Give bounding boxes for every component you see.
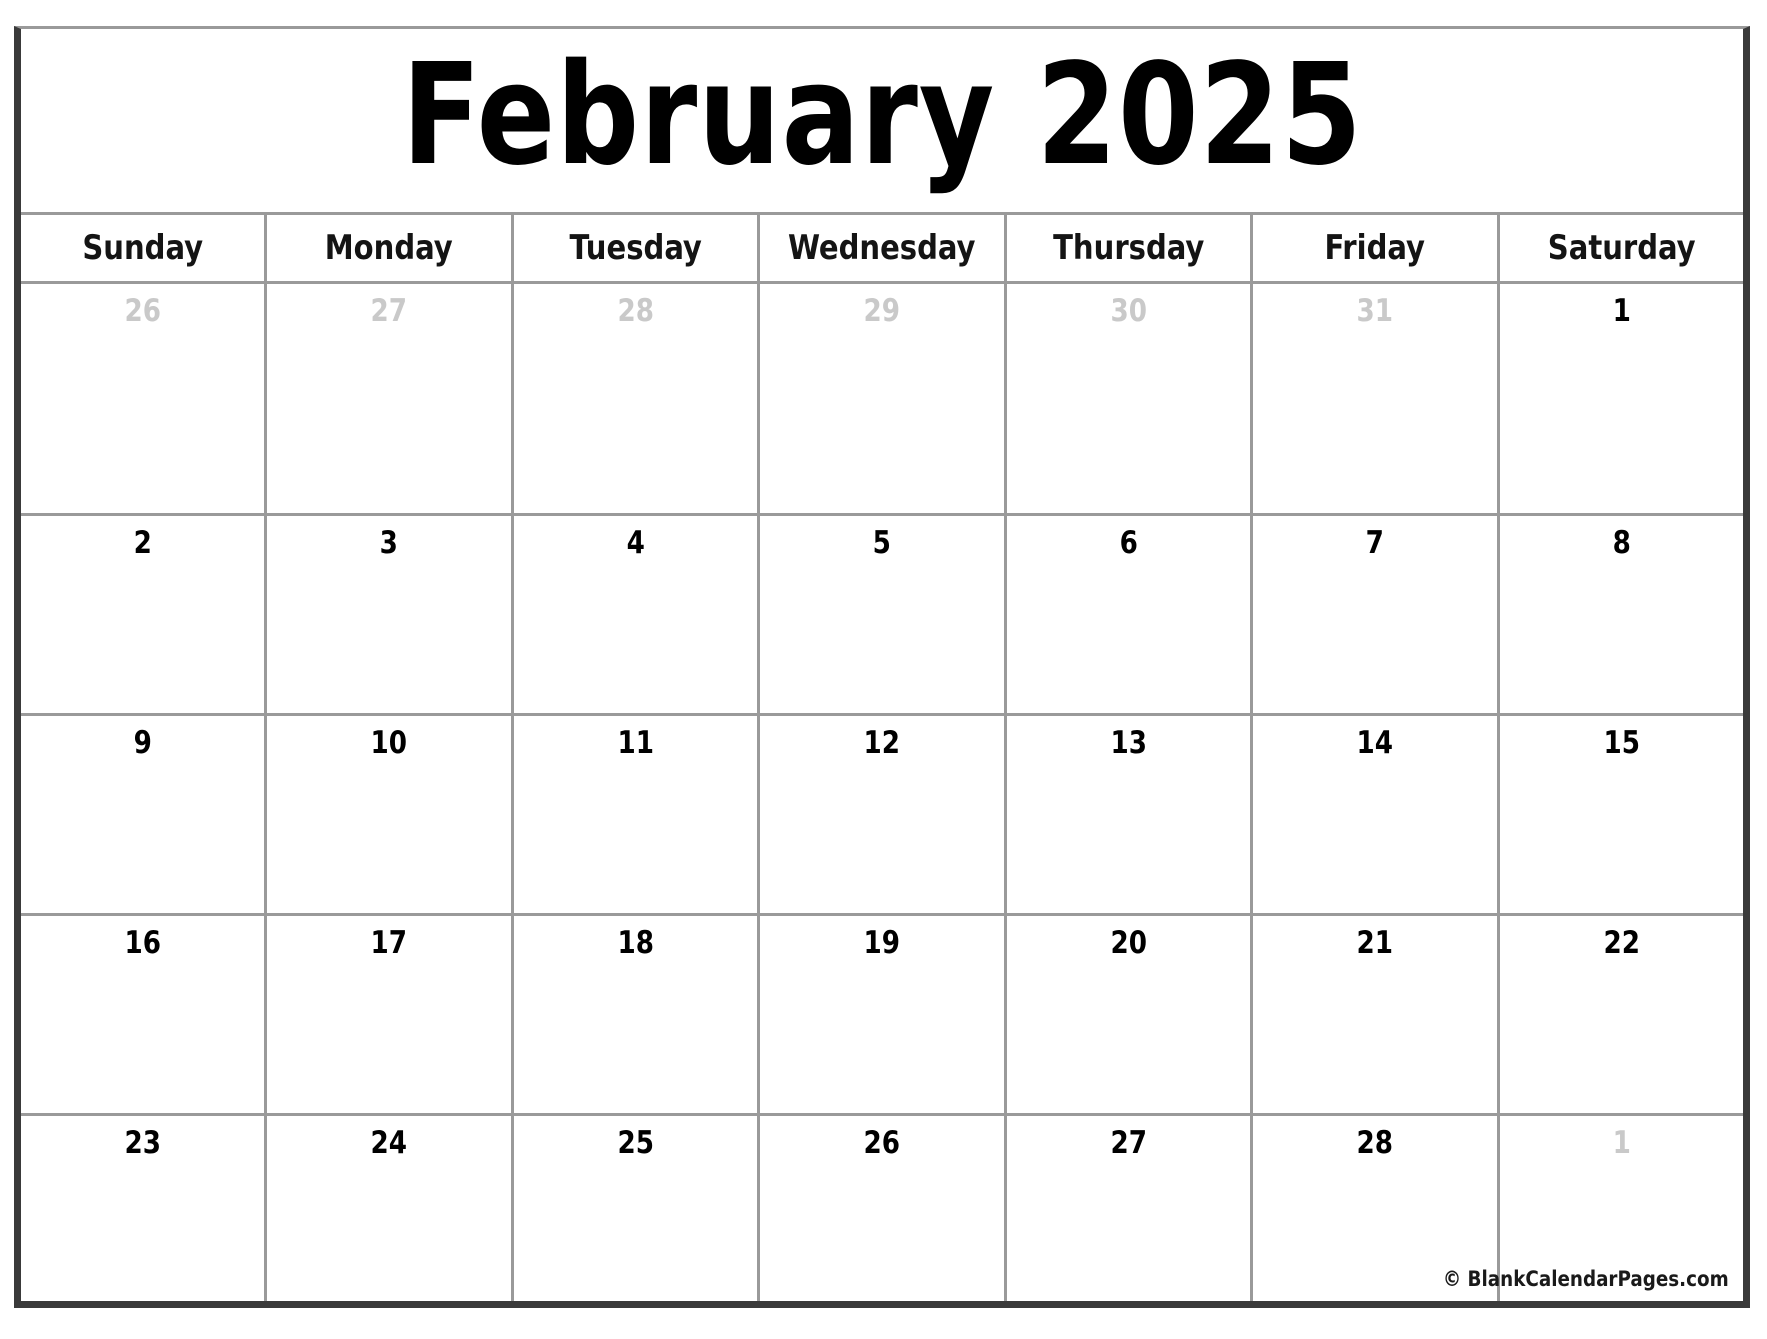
weekday-header-monday: Monday — [267, 215, 514, 281]
date-number: 15 — [1602, 725, 1640, 761]
day-cell[interactable]: 30 — [1006, 284, 1254, 513]
date-number: 25 — [617, 1125, 654, 1161]
day-cell[interactable]: 12 — [760, 716, 1007, 913]
week-row: 26 27 28 29 30 31 1 — [21, 281, 1743, 513]
day-cell[interactable]: 1 — [1499, 284, 1743, 513]
date-number: 21 — [1356, 925, 1394, 961]
date-number: 14 — [1356, 725, 1394, 761]
day-cell[interactable]: 1 © BlankCalendarPages.com — [1443, 1116, 1743, 1301]
day-cell[interactable]: 9 — [21, 716, 268, 913]
date-number: 26 — [124, 293, 161, 329]
day-cell[interactable]: 10 — [267, 716, 514, 913]
date-number: 4 — [626, 525, 645, 561]
date-number: 17 — [370, 925, 408, 961]
day-cell[interactable]: 23 — [21, 1116, 268, 1301]
page-title: February 2025 — [401, 33, 1363, 197]
date-number: 26 — [863, 1125, 901, 1161]
weekday-header-thursday: Thursday — [1006, 215, 1254, 281]
weekday-header-saturday: Saturday — [1499, 215, 1743, 281]
weekday-header-tuesday: Tuesday — [513, 215, 761, 281]
day-cell[interactable]: 25 — [513, 1116, 761, 1301]
day-cell[interactable]: 28 — [513, 284, 761, 513]
weekday-header-sunday: Sunday — [21, 215, 268, 281]
day-cell[interactable]: 20 — [1006, 916, 1254, 1113]
day-cell[interactable]: 7 — [1253, 516, 1500, 713]
calendar-page: February 2025 Sunday Monday Tuesday Wedn… — [0, 0, 1767, 1339]
date-number: 2 — [133, 525, 152, 561]
site-credit: © BlankCalendarPages.com — [1443, 1267, 1729, 1291]
date-number: 24 — [370, 1125, 408, 1161]
week-row: 2 3 4 5 6 7 8 — [21, 513, 1743, 713]
day-cell[interactable]: 16 — [21, 916, 268, 1113]
date-number: 3 — [380, 525, 399, 561]
day-cell[interactable]: 14 — [1253, 716, 1500, 913]
day-cell[interactable]: 24 — [267, 1116, 514, 1301]
date-number: 27 — [370, 293, 408, 329]
day-cell[interactable]: 19 — [760, 916, 1007, 1113]
weekday-label: Friday — [1324, 228, 1426, 268]
date-number: 30 — [1110, 293, 1147, 329]
day-cell[interactable]: 27 — [1006, 1116, 1254, 1301]
week-row: 16 17 18 19 20 21 22 — [21, 913, 1743, 1113]
day-cell[interactable]: 6 — [1006, 516, 1254, 713]
date-number: 1 — [1612, 293, 1631, 329]
day-cell[interactable]: 18 — [513, 916, 761, 1113]
day-cell[interactable]: 21 — [1253, 916, 1500, 1113]
calendar-grid: Sunday Monday Tuesday Wednesday Thursday… — [21, 212, 1743, 1301]
date-number: 22 — [1602, 925, 1640, 961]
date-number: 1 — [1612, 1125, 1631, 1161]
day-cell[interactable]: 26 — [21, 284, 268, 513]
date-number: 11 — [617, 725, 654, 761]
weekday-label: Saturday — [1547, 228, 1696, 268]
day-cell[interactable]: 17 — [267, 916, 514, 1113]
date-number: 20 — [1110, 925, 1147, 961]
date-number: 8 — [1612, 525, 1631, 561]
weekday-header-wednesday: Wednesday — [760, 215, 1007, 281]
weekday-label: Tuesday — [569, 228, 702, 268]
day-cell[interactable]: 3 — [267, 516, 514, 713]
date-number: 31 — [1356, 293, 1394, 329]
date-number: 10 — [370, 725, 408, 761]
weekday-header-row: Sunday Monday Tuesday Wednesday Thursday… — [21, 215, 1743, 281]
calendar-frame: February 2025 Sunday Monday Tuesday Wedn… — [14, 26, 1750, 1308]
day-cell[interactable]: 31 — [1253, 284, 1500, 513]
calendar-title-band: February 2025 — [21, 29, 1743, 212]
week-row: 23 24 25 26 27 28 1 © BlankCalendarPages… — [21, 1113, 1743, 1301]
date-number: 23 — [124, 1125, 161, 1161]
day-cell[interactable]: 15 — [1499, 716, 1743, 913]
date-number: 18 — [617, 925, 654, 961]
day-cell[interactable]: 2 — [21, 516, 268, 713]
day-cell[interactable]: 4 — [513, 516, 761, 713]
week-row: 9 10 11 12 13 14 15 — [21, 713, 1743, 913]
date-number: 29 — [863, 293, 901, 329]
day-cell[interactable]: 11 — [513, 716, 761, 913]
date-number: 6 — [1119, 525, 1138, 561]
weekday-header-friday: Friday — [1253, 215, 1500, 281]
date-number: 9 — [133, 725, 152, 761]
date-number: 28 — [617, 293, 654, 329]
day-cell[interactable]: 27 — [267, 284, 514, 513]
day-cell[interactable]: 13 — [1006, 716, 1254, 913]
date-number: 19 — [863, 925, 901, 961]
date-number: 16 — [124, 925, 161, 961]
weekday-label: Monday — [325, 228, 454, 268]
day-cell[interactable]: 5 — [760, 516, 1007, 713]
date-number: 12 — [863, 725, 901, 761]
weekday-label: Wednesday — [788, 228, 976, 268]
date-number: 7 — [1365, 525, 1384, 561]
date-number: 27 — [1110, 1125, 1147, 1161]
day-cell[interactable]: 26 — [760, 1116, 1007, 1301]
date-number: 5 — [872, 525, 892, 561]
weekday-label: Thursday — [1052, 228, 1205, 268]
day-cell[interactable]: 22 — [1499, 916, 1743, 1113]
weekday-label: Sunday — [82, 228, 204, 268]
day-cell[interactable]: 29 — [760, 284, 1007, 513]
date-number: 28 — [1356, 1125, 1394, 1161]
day-cell[interactable]: 8 — [1499, 516, 1743, 713]
date-number: 13 — [1110, 725, 1147, 761]
